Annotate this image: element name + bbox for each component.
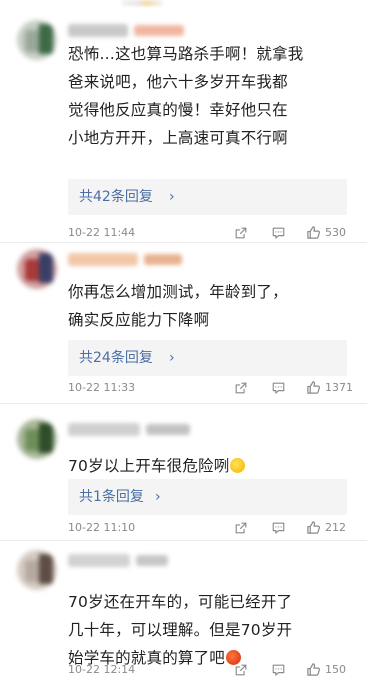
timestamp: 10-22 12:14 <box>68 663 136 676</box>
username[interactable] <box>68 554 168 567</box>
avatar[interactable] <box>17 20 57 60</box>
comment-text-content: 恐怖…这也算马路杀手啊！就拿我 爸来说吧，他六十多岁开车我都 觉得他反应真的慢！… <box>68 45 304 147</box>
comment-meta-row: 10-22 11:33 1371 <box>68 379 353 397</box>
chevron-right-icon: › <box>169 350 175 366</box>
thumbs-up-icon[interactable] <box>306 225 321 240</box>
comment-feed: 恐怖…这也算马路杀手啊！就拿我 爸来说吧，他六十多岁开车我都 觉得他反应真的慢！… <box>0 0 367 700</box>
comment-text: 70岁以上开车很危险咧 <box>68 452 354 480</box>
comment-text: 70岁还在开车的，可能已经开了 几十年，可以理解。但是70岁开 始学车的就真的算… <box>68 588 354 672</box>
thumbs-up-icon[interactable] <box>306 380 321 395</box>
timestamp: 10-22 11:10 <box>68 521 136 534</box>
comment-item: 70岁还在开车的，可能已经开了 几十年，可以理解。但是70岁开 始学车的就真的算… <box>0 541 367 700</box>
comment-item: 你再怎么增加测试，年龄到了， 确实反应能力下降啊共24条回复 › 10-22 11:… <box>0 244 367 403</box>
username[interactable] <box>68 24 184 37</box>
timestamp: 10-22 11:44 <box>68 226 136 239</box>
replies-count-label: 共42条回复 <box>79 189 153 205</box>
comment-icon[interactable] <box>271 226 286 240</box>
comment-text-content: 70岁还在开车的，可能已经开了 几十年，可以理解。但是70岁开 始学车的就真的算… <box>68 593 293 667</box>
like-count: 212 <box>325 521 346 534</box>
view-replies-button[interactable]: 共42条回复 › <box>68 179 347 215</box>
comment-icon[interactable] <box>271 663 286 677</box>
username[interactable] <box>68 423 190 436</box>
thumbs-up-icon[interactable] <box>306 662 321 677</box>
comment-text-content: 70岁以上开车很危险咧 <box>68 457 230 475</box>
comment-meta-row: 10-22 12:14 150 <box>68 661 353 679</box>
like-count: 150 <box>325 663 346 676</box>
timestamp: 10-22 11:33 <box>68 381 136 394</box>
comment-icon[interactable] <box>271 381 286 395</box>
avatar[interactable] <box>17 419 57 459</box>
avatar[interactable] <box>17 550 57 590</box>
chevron-right-icon: › <box>155 489 161 505</box>
view-replies-button[interactable]: 共1条回复 › <box>68 479 347 515</box>
avatar[interactable] <box>17 249 57 289</box>
view-replies-button[interactable]: 共24条回复 › <box>68 340 347 376</box>
comment-meta-row: 10-22 11:44 530 <box>68 224 353 242</box>
username[interactable] <box>68 253 182 266</box>
share-icon[interactable] <box>234 663 248 677</box>
like-count: 1371 <box>325 381 353 394</box>
divider <box>0 242 367 243</box>
share-icon[interactable] <box>234 226 248 240</box>
comment-meta-row: 10-22 11:10 212 <box>68 519 353 537</box>
sweat-smile-emoji <box>230 458 246 473</box>
share-icon[interactable] <box>234 521 248 535</box>
like-count: 530 <box>325 226 346 239</box>
replies-count-label: 共24条回复 <box>79 350 153 366</box>
comment-item: 70岁以上开车很危险咧共1条回复 › 10-22 11:10 212 <box>0 404 367 540</box>
comment-text: 你再怎么增加测试，年龄到了， 确实反应能力下降啊 <box>68 278 354 334</box>
chevron-right-icon: › <box>169 189 175 205</box>
comment-text: 恐怖…这也算马路杀手啊！就拿我 爸来说吧，他六十多岁开车我都 觉得他反应真的慢！… <box>68 40 354 152</box>
replies-count-label: 共1条回复 <box>79 489 144 505</box>
comment-icon[interactable] <box>271 521 286 535</box>
comment-text-content: 你再怎么增加测试，年龄到了， 确实反应能力下降啊 <box>68 283 288 329</box>
top-decoration <box>122 0 162 6</box>
thumbs-up-icon[interactable] <box>306 520 321 535</box>
comment-item: 恐怖…这也算马路杀手啊！就拿我 爸来说吧，他六十多岁开车我都 觉得他反应真的慢！… <box>0 16 367 242</box>
share-icon[interactable] <box>234 381 248 395</box>
